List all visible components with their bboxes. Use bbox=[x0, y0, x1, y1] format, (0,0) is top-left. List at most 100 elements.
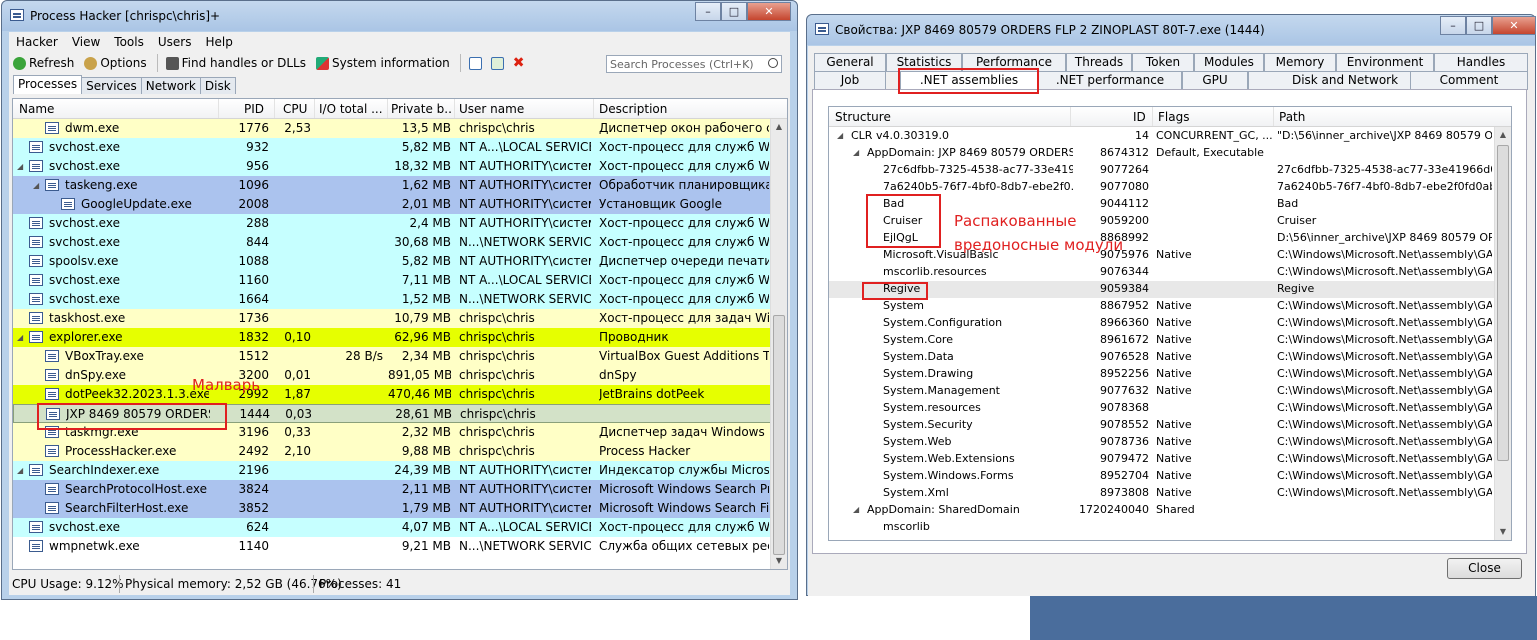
tab-disk[interactable]: Disk bbox=[199, 77, 236, 94]
process-row[interactable]: SearchProtocolHost.exe 3824 2,11 MB NT AUTH… bbox=[13, 480, 771, 499]
props-close-button[interactable]: ✕ bbox=[1492, 16, 1536, 35]
menu-view[interactable]: View bbox=[65, 32, 107, 52]
close-button[interactable]: ✕ bbox=[747, 2, 791, 21]
process-row[interactable]: svchost.exe 844 30,68 MB N...\NETWORK SERVI… bbox=[13, 233, 771, 252]
process-row[interactable]: SearchFilterHost.exe 3852 1,79 MB NT AUTHOR… bbox=[13, 499, 771, 518]
process-row[interactable]: spoolsv.exe 1088 5,82 MB NT AUTHORITY\систе… bbox=[13, 252, 771, 271]
props-tab-memory[interactable]: Memory bbox=[1264, 53, 1336, 72]
assembly-row[interactable]: System.Security 9078552 Native C:\Windows\M… bbox=[829, 417, 1495, 434]
col-path[interactable]: Path bbox=[1279, 110, 1305, 124]
expand-arrow-icon[interactable]: ◢ bbox=[853, 148, 859, 157]
assembly-row[interactable]: mscorlib.resources 9076344 C:\Windows\Micr… bbox=[829, 264, 1495, 281]
process-row[interactable]: svchost.exe 1664 1,52 MB N...\NETWORK SERVI… bbox=[13, 290, 771, 309]
expand-arrow-icon[interactable]: ◢ bbox=[17, 162, 23, 171]
scroll-thumb[interactable] bbox=[1497, 145, 1509, 461]
process-row[interactable]: ◢ taskeng.exe 1096 1,62 MB NT AUTHORITY\сист… bbox=[13, 176, 771, 195]
col-id[interactable]: ID bbox=[1133, 110, 1146, 124]
process-row[interactable]: wmpnetwk.exe 1140 9,21 MB N...\NETWORK SERV… bbox=[13, 537, 771, 556]
search-processes-input[interactable]: Search Processes (Ctrl+K) bbox=[606, 55, 782, 73]
col-name[interactable]: Name bbox=[19, 102, 54, 116]
props-tab-modules[interactable]: Modules bbox=[1194, 53, 1264, 72]
props-tab-general[interactable]: General bbox=[814, 53, 886, 72]
assembly-row[interactable]: System.Windows.Forms 8952704 Native C:\Wind… bbox=[829, 468, 1495, 485]
process-row[interactable]: VBoxTray.exe 1512 28 B/s 2,34 MB chrispc\chr… bbox=[13, 347, 771, 366]
assembly-row[interactable]: System.Management 9077632 Native C:\Windows… bbox=[829, 383, 1495, 400]
process-row[interactable]: svchost.exe 1160 7,11 MB NT A...\LOCAL SERV… bbox=[13, 271, 771, 290]
expand-arrow-icon[interactable]: ◢ bbox=[17, 466, 23, 475]
props-titlebar[interactable]: Свойства: JXP 8469 80579 ORDERS FLP 2 ZI… bbox=[807, 15, 1536, 45]
expand-arrow-icon[interactable]: ◢ bbox=[33, 181, 39, 190]
assembly-row[interactable]: System 8867952 Native C:\Windows\Microsoft.… bbox=[829, 298, 1495, 315]
props-tab-job[interactable]: Job bbox=[814, 71, 886, 90]
process-row[interactable]: dotPeek32.2023.1.3.exe 2992 1,87 470,46 MB c… bbox=[13, 385, 771, 404]
process-row[interactable]: taskhost.exe 1736 10,79 MB chrispc\chris Хос… bbox=[13, 309, 771, 328]
window-button[interactable] bbox=[468, 56, 485, 70]
scroll-up-arrow[interactable]: ▲ bbox=[1495, 127, 1511, 143]
props-close-dialog-button[interactable]: Close bbox=[1447, 558, 1522, 579]
props-tab-handles[interactable]: Handles bbox=[1434, 53, 1528, 72]
process-row[interactable]: ProcessHacker.exe 2492 2,10 9,88 MB chrispc\… bbox=[13, 442, 771, 461]
menu-help[interactable]: Help bbox=[198, 32, 239, 52]
process-row[interactable]: svchost.exe 288 2,4 MB NT AUTHORITY\систем Х… bbox=[13, 214, 771, 233]
assembly-row[interactable]: System.Core 8961672 Native C:\Windows\Micro… bbox=[829, 332, 1495, 349]
assembly-row[interactable]: Regive 9059384 Regive bbox=[829, 281, 1495, 298]
process-tree-scrollbar[interactable]: ▲ ▼ bbox=[770, 119, 787, 569]
maximize-button[interactable]: □ bbox=[721, 2, 747, 21]
scroll-thumb[interactable] bbox=[773, 315, 785, 555]
assembly-row[interactable]: System.Configuration 8966360 Native C:\Wind… bbox=[829, 315, 1495, 332]
goto-button[interactable] bbox=[490, 56, 507, 70]
minimize-button[interactable]: – bbox=[695, 2, 721, 21]
props-maximize-button[interactable]: □ bbox=[1466, 16, 1492, 35]
ph-titlebar[interactable]: Process Hacker [chrispc\chris]+ – □ ✕ bbox=[2, 1, 797, 31]
scroll-down-arrow[interactable]: ▼ bbox=[1495, 524, 1511, 540]
process-row[interactable]: dwm.exe 1776 2,53 13,5 MB chrispc\chris Диспе… bbox=[13, 119, 771, 138]
assemblies-scrollbar[interactable]: ▲ ▼ bbox=[1494, 127, 1511, 540]
tab-network[interactable]: Network bbox=[140, 77, 201, 94]
props-tab-comment[interactable]: Comment bbox=[1410, 71, 1528, 90]
system-information-button[interactable]: System information bbox=[315, 56, 450, 70]
assembly-row[interactable]: System.Web.Extensions 9079472 Native C:\Win… bbox=[829, 451, 1495, 468]
assembly-row[interactable]: ◢ AppDomain: JXP 8469 80579 ORDERS... 8674… bbox=[829, 145, 1495, 162]
menu-users[interactable]: Users bbox=[151, 32, 199, 52]
process-row[interactable]: ◢ svchost.exe 956 18,32 MB NT AUTHORITY\сист… bbox=[13, 157, 771, 176]
col-description[interactable]: Description bbox=[599, 102, 667, 116]
assembly-row[interactable]: System.Data 9076528 Native C:\Windows\Micro… bbox=[829, 349, 1495, 366]
expand-arrow-icon[interactable]: ◢ bbox=[837, 131, 843, 140]
tab-processes[interactable]: Processes bbox=[13, 75, 83, 94]
menu-tools[interactable]: Tools bbox=[107, 32, 151, 52]
col-structure[interactable]: Structure bbox=[835, 110, 891, 124]
props-tab-token[interactable]: Token bbox=[1132, 53, 1194, 72]
assembly-row[interactable]: mscorlib bbox=[829, 519, 1495, 536]
props-minimize-button[interactable]: – bbox=[1440, 16, 1466, 35]
props-tab--net-performance[interactable]: .NET performance bbox=[1038, 71, 1182, 90]
col-io[interactable]: I/O total ... bbox=[319, 102, 385, 116]
assembly-row[interactable]: System.Xml 8973808 Native C:\Windows\Micros… bbox=[829, 485, 1495, 502]
assembly-row[interactable]: Microsoft.VisualBasic 9075976 Native C:\Win… bbox=[829, 247, 1495, 264]
props-tab-environment[interactable]: Environment bbox=[1336, 53, 1434, 72]
col-user[interactable]: User name bbox=[459, 102, 524, 116]
terminate-button[interactable]: ✖ bbox=[513, 55, 525, 71]
process-row[interactable]: ◢ explorer.exe 1832 0,10 62,96 MB chrispc\chr… bbox=[13, 328, 771, 347]
process-row[interactable]: GoogleUpdate.exe 2008 2,01 MB NT AUTHORITY\… bbox=[13, 195, 771, 214]
expand-arrow-icon[interactable]: ◢ bbox=[853, 505, 859, 514]
col-cpu[interactable]: CPU bbox=[283, 102, 307, 116]
props-tab-gpu[interactable]: GPU bbox=[1182, 71, 1248, 90]
process-row[interactable]: svchost.exe 932 5,82 MB NT A...\LOCAL SERVI… bbox=[13, 138, 771, 157]
process-tree[interactable]: Name PID CPU I/O total ... Private b... … bbox=[12, 98, 788, 570]
assembly-row[interactable]: ◢ CLR v4.0.30319.0 14 CONCURRENT_GC, ... "D:… bbox=[829, 128, 1495, 145]
process-row[interactable]: ◢ SearchIndexer.exe 2196 24,39 MB NT AUTHORI… bbox=[13, 461, 771, 480]
assembly-row[interactable]: 27c6dfbb-7325-4538-ac77-33e419... 9077264… bbox=[829, 162, 1495, 179]
tab-services[interactable]: Services bbox=[81, 77, 142, 94]
assembly-row[interactable]: System.Drawing 8952256 Native C:\Windows\Mi… bbox=[829, 366, 1495, 383]
col-pid[interactable]: PID bbox=[244, 102, 264, 116]
assembly-row[interactable]: ◢ AppDomain: SharedDomain 1720240040 Shared bbox=[829, 502, 1495, 519]
options-button[interactable]: Options bbox=[84, 56, 147, 70]
assembly-row[interactable]: System.resources 9078368 C:\Windows\Micros… bbox=[829, 400, 1495, 417]
expand-arrow-icon[interactable]: ◢ bbox=[17, 333, 23, 342]
scroll-down-arrow[interactable]: ▼ bbox=[771, 553, 787, 569]
process-row[interactable]: svchost.exe 624 4,07 MB NT A...\LOCAL SERVI… bbox=[13, 518, 771, 537]
col-flags[interactable]: Flags bbox=[1158, 110, 1189, 124]
find-handles-button[interactable]: Find handles or DLLs bbox=[165, 56, 306, 70]
col-private[interactable]: Private b... bbox=[391, 102, 453, 116]
refresh-button[interactable]: Refresh bbox=[13, 56, 74, 70]
